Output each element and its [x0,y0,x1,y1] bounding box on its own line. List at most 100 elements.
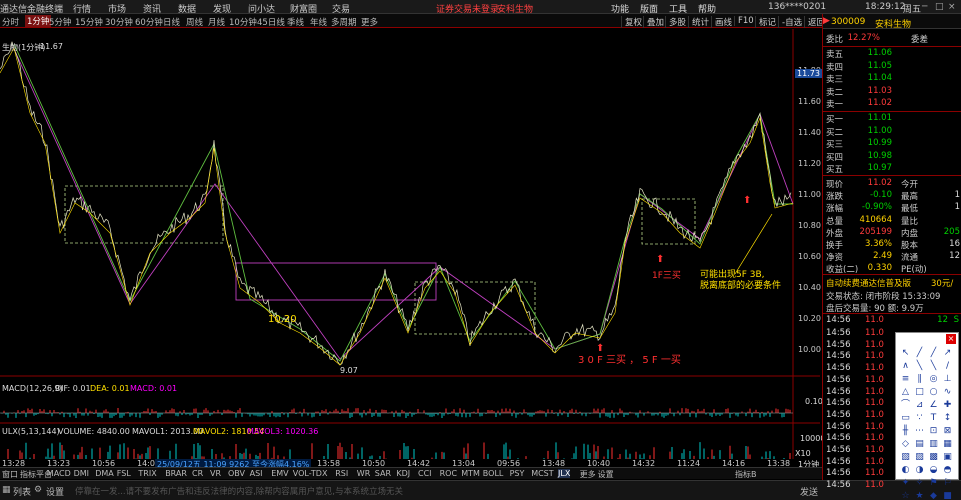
ad-price[interactable]: 30元/ [931,277,953,289]
draw-tool-icon[interactable]: ▥ [927,438,940,450]
period-yearly[interactable]: 年线 [310,16,327,28]
draw-tool-icon[interactable]: ⚑ [927,477,940,489]
draw-tool-icon[interactable]: ◆ [927,490,940,500]
indicator-tab[interactable]: BOLL [483,469,504,478]
draw-tool-icon[interactable]: ◐ [899,464,912,476]
period-daily[interactable]: 日线 [163,16,180,28]
chat-input[interactable]: 停靠在一发...请不要发布广告和违反法律的内容,除帮内容属用户意见,与本系统立场… [75,485,403,497]
draw-tool-icon[interactable]: ╫ [899,425,912,437]
settings-icon[interactable]: ⚙ [34,485,42,495]
draw-tool-icon[interactable]: ★ [913,490,926,500]
draw-tool-icon[interactable]: ■ [941,490,954,500]
draw-tool-icon[interactable]: ✦ [899,477,912,489]
draw-tool-icon[interactable]: ⚐ [941,477,954,489]
indicator-tab[interactable]: ASI [250,469,263,478]
draw-tool-icon[interactable]: ∿ [941,386,954,398]
close-icon[interactable]: × [948,2,956,12]
user-account[interactable]: 136****0201 [768,2,826,12]
draw-tool-icon[interactable]: ⌒ [899,399,912,411]
period-more[interactable]: 更多 [361,16,378,28]
indicator-tab[interactable]: SAR [375,469,391,478]
draw-tool-icon[interactable]: ▣ [941,451,954,463]
draw-tool-icon[interactable]: ◒ [927,464,940,476]
draw-tool-icon[interactable]: ▨ [913,451,926,463]
draw-tool-icon[interactable]: ⊿ [913,399,926,411]
indicator-tab[interactable]: DMA [95,469,114,478]
draw-tool-icon[interactable]: ✚ [941,399,954,411]
tool-biaoji[interactable]: 标记 [755,16,776,28]
period-quarterly[interactable]: 季线 [287,16,304,28]
period-15min[interactable]: 15分钟 [75,16,103,28]
indicator-tab[interactable]: 设置 [598,469,614,480]
indicator-tab[interactable]: EMV [271,469,288,478]
draw-tool-icon[interactable]: ✧ [913,477,926,489]
settings-button[interactable]: 设置 [46,485,64,498]
period-monthly[interactable]: 月线 [208,16,225,28]
draw-tool-icon[interactable]: ▤ [913,438,926,450]
period-1min[interactable]: 1分钟 [25,15,52,27]
period-60min[interactable]: 60分钟 [135,16,163,28]
close-icon[interactable]: × [946,334,956,344]
indicator-tab[interactable]: KDJ [396,469,410,478]
draw-tool-icon[interactable]: ◓ [941,464,954,476]
draw-tool-icon[interactable]: ↗ [941,347,954,359]
maximize-icon[interactable]: □ [935,2,944,12]
draw-tool-icon[interactable]: △ [899,386,912,398]
tool-huaxian[interactable]: 画线 [711,16,732,28]
indicator-tab[interactable]: RSI [335,469,348,478]
period-5min[interactable]: 5分钟 [49,16,71,28]
draw-tool-icon[interactable]: ↕ [941,412,954,424]
tool-duogu[interactable]: 多股 [665,16,686,28]
draw-tool-icon[interactable]: ╱ [913,347,926,359]
tool-f10[interactable]: F10 [734,16,754,26]
indicator-tab[interactable]: FSL [117,469,131,478]
indicator-tab[interactable]: DMI [74,469,89,478]
draw-tool-icon[interactable]: ∠ [927,399,940,411]
indicator-tab[interactable]: JLX [558,469,571,478]
indicator-b-button[interactable]: 指标B [735,469,757,480]
indicator-tab[interactable]: MTM [461,469,480,478]
kline-chart[interactable]: 11.8011.6011.4011.2011.0010.8010.6010.40… [0,29,830,459]
period-fenshi[interactable]: 分时 [2,16,19,28]
draw-tool-icon[interactable]: ⊥ [941,373,954,385]
draw-tool-icon[interactable]: ╲ [927,360,940,372]
tool-fuquan[interactable]: 复权 [621,16,642,28]
draw-tool-icon[interactable]: ◎ [927,373,940,385]
send-button[interactable]: 发送 [800,485,818,498]
draw-tool-icon[interactable]: ∵ [913,412,926,424]
tool-zixuan[interactable]: -自选 [778,16,802,28]
indicator-tab[interactable]: OBV [228,469,245,478]
period-10min[interactable]: 10分钟 [229,16,257,28]
indicator-tab[interactable]: PSY [510,469,525,478]
tool-tongji[interactable]: 统计 [688,16,709,28]
indicator-tab[interactable]: CCI [418,469,432,478]
indicator-tab[interactable]: WR [357,469,370,478]
indicator-tab[interactable]: 更多 [580,469,596,480]
draw-tool-icon[interactable]: T [927,412,940,424]
period-multi[interactable]: 多周期 [331,16,357,28]
draw-tool-icon[interactable]: ☆ [899,490,912,500]
indicator-tab[interactable]: MACD [47,469,71,478]
period-30min[interactable]: 30分钟 [105,16,133,28]
draw-tool-icon[interactable]: ○ [927,386,940,398]
draw-tool-icon[interactable]: ╱ [927,347,940,359]
draw-tool-icon[interactable]: / [941,360,954,372]
minimize-icon[interactable]: ─ [922,2,927,12]
draw-tool-icon[interactable]: ▩ [927,451,940,463]
list-button[interactable]: 列表 [13,485,31,498]
draw-tool-icon[interactable]: ◑ [913,464,926,476]
draw-tool-icon[interactable]: ▦ [941,438,954,450]
indicator-tab[interactable]: CR [192,469,203,478]
draw-tool-icon[interactable]: □ [913,386,926,398]
indicator-tab[interactable]: VR [210,469,221,478]
indicator-tab[interactable]: VOL-TDX [293,469,328,478]
draw-tool-icon[interactable]: ▭ [899,412,912,424]
draw-tool-icon[interactable]: ∥ [913,373,926,385]
ad-line[interactable]: 自动续费通达信普及版 [826,277,911,289]
draw-tool-icon[interactable]: ↖ [899,347,912,359]
period-45day[interactable]: 45日线 [257,16,285,28]
list-icon[interactable]: ▦ [2,485,11,495]
chart-svg[interactable]: 11.8011.6011.4011.2011.0010.8010.6010.40… [0,29,830,459]
draw-tool-icon[interactable]: ◇ [899,438,912,450]
period-weekly[interactable]: 周线 [186,16,203,28]
